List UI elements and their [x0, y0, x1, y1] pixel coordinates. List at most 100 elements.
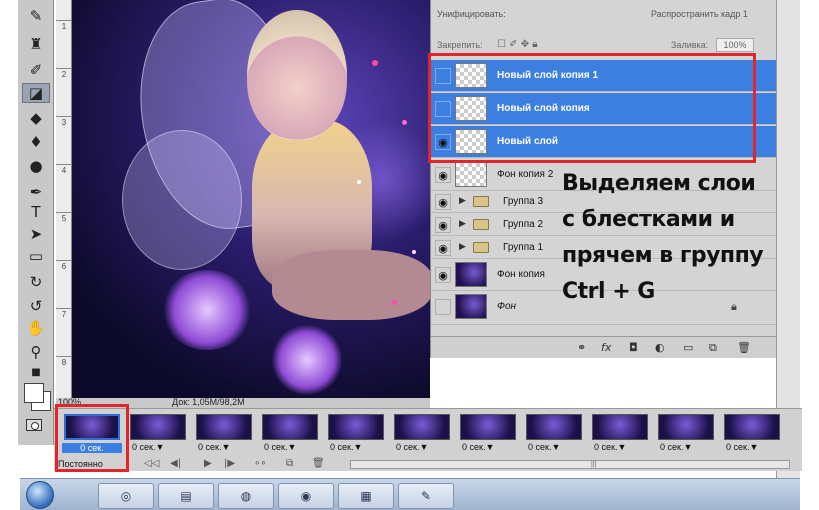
history-brush-icon[interactable]: ✐ [22, 60, 50, 80]
ruler-tick: 6 [56, 260, 72, 271]
brush-tool-icon[interactable]: ✎ [22, 6, 50, 26]
scroll-thumb[interactable]: ||| [591, 461, 601, 468]
tween-icon[interactable]: ∘∘ [254, 458, 267, 469]
visibility-toggle[interactable] [435, 299, 451, 315]
unify-label: Унифицировать: [437, 9, 506, 19]
hand-tool-icon[interactable]: ✋ [22, 318, 50, 338]
eraser-tool-icon[interactable]: ◪ [22, 83, 50, 103]
frame-delay[interactable]: 0 сек.▼ [396, 442, 428, 452]
link-layers-icon[interactable]: ⚭ [577, 341, 586, 354]
frame-delay[interactable]: 0 сек.▼ [330, 442, 362, 452]
previous-frame-icon[interactable]: ◀| [170, 458, 181, 469]
taskbar-opera-icon[interactable]: ◉ [278, 483, 334, 509]
3d-orbit-icon[interactable]: ↺ [22, 296, 50, 316]
frame-thumbnail [328, 414, 384, 440]
eye-icon[interactable]: ◉ [435, 167, 451, 183]
taskbar-browser-icon[interactable]: ◎ [98, 483, 154, 509]
frame-thumbnail [130, 414, 186, 440]
propagate-frame-checkbox[interactable]: Распространить кадр 1 [651, 9, 748, 19]
zoom-tool-icon[interactable]: ⚲ [22, 342, 50, 362]
layer-style-icon[interactable]: fx [601, 341, 611, 354]
sparkle [412, 250, 416, 254]
highlight-box-frame [55, 404, 129, 472]
frame-delay[interactable]: 0 сек.▼ [462, 442, 494, 452]
next-frame-icon[interactable]: |▶ [224, 458, 235, 469]
frame-delay[interactable]: 0 сек.▼ [528, 442, 560, 452]
pen-tool-icon[interactable]: ✒ [22, 182, 50, 202]
ruler-tick: 7 [56, 308, 72, 319]
screenshot: ✎ ♜ ✐ ◪ ◆ ♦ ● ✒ T ➤ ▭ ↻ ↺ ✋ ⚲ ■ 1 2 3 4 … [0, 0, 819, 510]
frame-delay[interactable]: 0 сек.▼ [198, 442, 230, 452]
add-mask-icon[interactable]: ◘ [629, 341, 638, 354]
rectangle-tool-icon[interactable]: ▭ [22, 246, 50, 266]
sparkle [402, 120, 407, 125]
eye-icon[interactable]: ◉ [435, 240, 451, 256]
trash-icon[interactable]: 🗑︎ [737, 341, 751, 354]
toolbox: ✎ ♜ ✐ ◪ ◆ ♦ ● ✒ T ➤ ▭ ↻ ↺ ✋ ⚲ ■ [18, 0, 54, 445]
fill-input[interactable]: 100% [716, 38, 754, 52]
animation-frame[interactable]: 0 сек.▼ [126, 412, 192, 457]
blur-tool-icon[interactable]: ♦ [22, 132, 50, 152]
image-canvas[interactable] [72, 0, 430, 398]
foreground-color-swatch[interactable] [24, 383, 44, 403]
lock-options-icon[interactable]: ☐ ✐ ✥ 🔒︎ [497, 39, 538, 50]
timeline-scrollbar[interactable]: ||| [350, 460, 790, 469]
expand-arrow-icon[interactable]: ▶ [459, 219, 466, 229]
new-layer-icon[interactable]: ⧉ [709, 341, 717, 355]
default-colors-icon[interactable]: ■ [22, 362, 50, 382]
new-group-icon[interactable]: ▭ [683, 341, 693, 354]
frame-delay[interactable]: 0 сек.▼ [660, 442, 692, 452]
eye-icon[interactable]: ◉ [435, 267, 451, 283]
adjustment-layer-icon[interactable]: ◐ [655, 341, 665, 354]
paint-bucket-icon[interactable]: ◆ [22, 108, 50, 128]
caption-line: прячем в группу [562, 243, 764, 268]
ruler-tick: 3 [56, 116, 72, 127]
ruler-tick: 4 [56, 164, 72, 175]
frame-delay[interactable]: 0 сек.▼ [132, 442, 164, 452]
highlight-box-layers [428, 53, 756, 163]
ruler-tick: 5 [56, 212, 72, 223]
layer-name: Фон копия [497, 269, 545, 280]
taskbar-photoshop-icon[interactable]: ▦ [338, 483, 394, 509]
dodge-tool-icon[interactable]: ● [22, 156, 50, 176]
stamp-tool-icon[interactable]: ♜ [22, 34, 50, 54]
fill-label: Заливка: [671, 40, 709, 50]
eye-icon[interactable]: ◉ [435, 217, 451, 233]
expand-arrow-icon[interactable]: ▶ [459, 196, 466, 206]
taskbar-folder-icon[interactable]: ▤ [158, 483, 214, 509]
duplicate-frame-icon[interactable]: ⧉ [286, 458, 293, 469]
frame-delay[interactable]: 0 сек.▼ [264, 442, 296, 452]
animation-frame[interactable]: 0 сек.▼ [456, 412, 522, 457]
group-name: Группа 3 [503, 196, 544, 207]
animation-frame[interactable]: 0 сек.▼ [390, 412, 456, 457]
frame-thumbnail [460, 414, 516, 440]
3d-rotate-icon[interactable]: ↻ [22, 272, 50, 292]
frame-thumbnail [394, 414, 450, 440]
layers-panel-footer: ⚭ fx ◘ ◐ ▭ ⧉ 🗑︎ [431, 336, 777, 358]
taskbar-app-icon[interactable]: ◍ [218, 483, 274, 509]
play-icon[interactable]: ▶ [204, 458, 212, 469]
animation-frame[interactable]: 0 сек.▼ [654, 412, 720, 457]
trash-icon[interactable]: 🗑︎ [312, 458, 325, 469]
quick-mask-icon[interactable] [26, 419, 42, 431]
first-frame-icon[interactable]: ◁◁ [144, 458, 159, 469]
animation-frame[interactable]: 0 сек.▼ [588, 412, 654, 457]
frame-delay[interactable]: 0 сек.▼ [726, 442, 758, 452]
animation-frame[interactable]: 0 сек.▼ [720, 412, 786, 457]
frame-thumbnail [196, 414, 252, 440]
animation-frame[interactable]: 0 сек.▼ [258, 412, 324, 457]
layer-thumbnail [455, 262, 487, 287]
start-button[interactable] [26, 481, 54, 509]
animation-frame[interactable]: 0 сек.▼ [324, 412, 390, 457]
taskbar-paint-icon[interactable]: ✎ [398, 483, 454, 509]
eye-icon[interactable]: ◉ [435, 194, 451, 210]
child-head [247, 10, 347, 140]
type-tool-icon[interactable]: T [22, 202, 50, 222]
expand-arrow-icon[interactable]: ▶ [459, 242, 466, 252]
group-name: Группа 2 [503, 219, 544, 230]
frame-delay[interactable]: 0 сек.▼ [594, 442, 626, 452]
path-selection-icon[interactable]: ➤ [22, 224, 50, 244]
lock-label: Закрепить: [437, 40, 483, 50]
animation-frame[interactable]: 0 сек.▼ [522, 412, 588, 457]
animation-frame[interactable]: 0 сек.▼ [192, 412, 258, 457]
